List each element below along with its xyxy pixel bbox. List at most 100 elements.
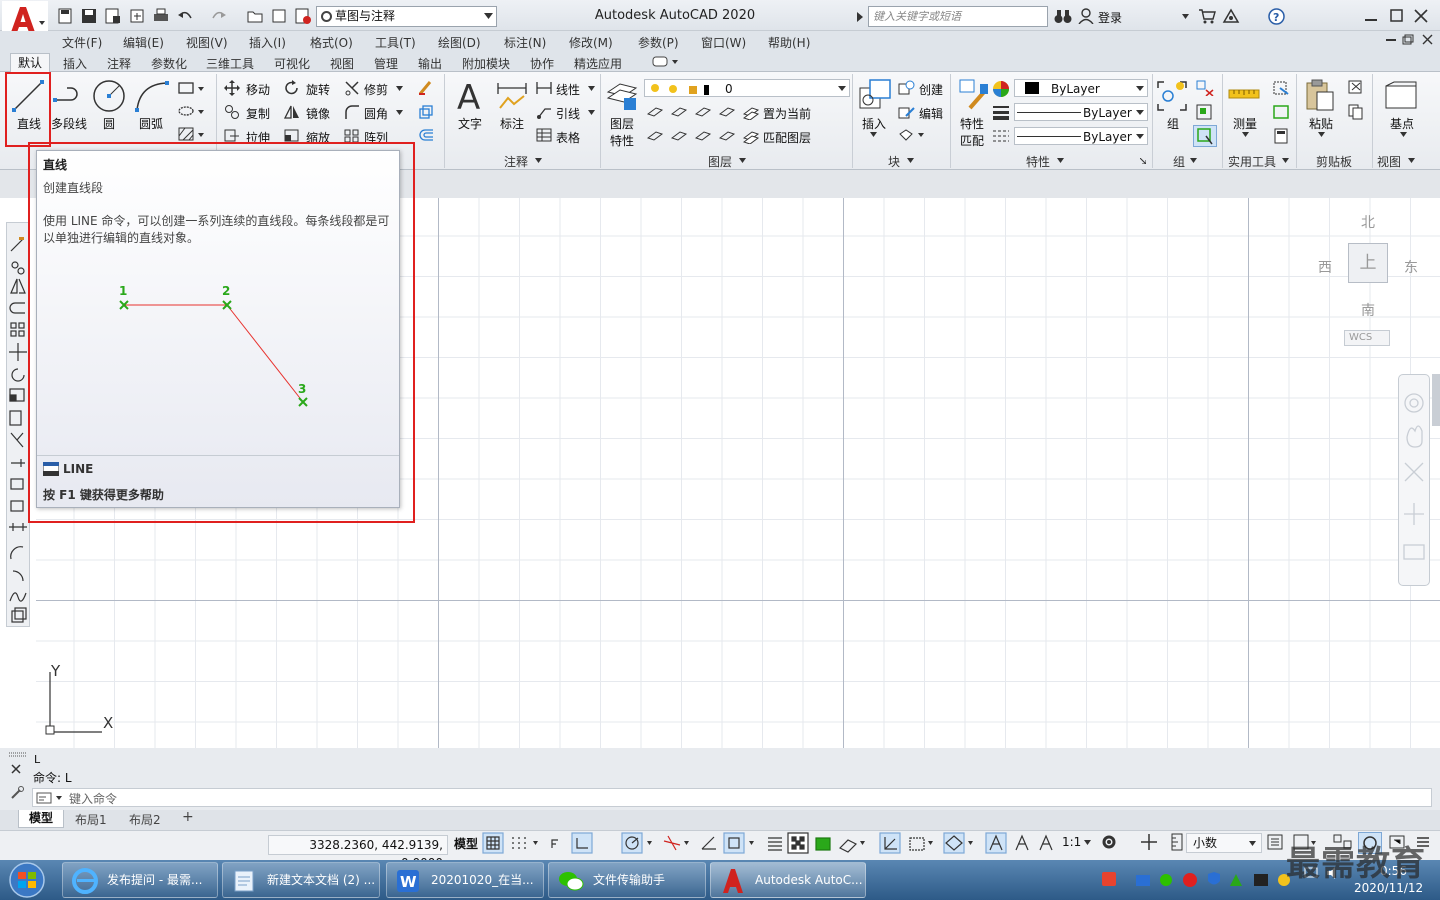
- menu-dimension[interactable]: 标注(N): [504, 34, 546, 51]
- rotate-icon[interactable]: [284, 80, 300, 96]
- block-panel-title[interactable]: 块: [888, 153, 900, 170]
- copy-label[interactable]: 复制: [246, 105, 270, 122]
- tab-view[interactable]: 视图: [330, 55, 354, 72]
- units-select[interactable]: 小数: [1186, 833, 1262, 853]
- mirror-label[interactable]: 镜像: [306, 105, 330, 122]
- calculator-icon[interactable]: [1272, 128, 1290, 144]
- base-view-label[interactable]: 基点: [1390, 115, 1414, 132]
- fillet-label[interactable]: 圆角: [364, 105, 388, 122]
- tab-3d-tools[interactable]: 三维工具: [206, 55, 254, 72]
- viewcube-top-face[interactable]: 上: [1348, 243, 1388, 283]
- close-icon[interactable]: [1414, 9, 1428, 23]
- scale-label[interactable]: 缩放: [306, 129, 330, 143]
- group-label[interactable]: 组: [1167, 115, 1179, 132]
- match-properties-label-1[interactable]: 特性: [960, 115, 984, 132]
- tab-manage[interactable]: 管理: [374, 55, 398, 72]
- menu-tools[interactable]: 工具(T): [375, 34, 416, 51]
- text-tool-icon[interactable]: A: [456, 80, 484, 112]
- ungroup-icon[interactable]: [1196, 80, 1214, 96]
- circle-tool-label[interactable]: 圆: [103, 115, 115, 132]
- lineweight-select[interactable]: ByLayer: [1014, 127, 1148, 145]
- print-icon[interactable]: [152, 7, 170, 25]
- dimension-tool-label[interactable]: 标注: [500, 115, 524, 132]
- block-attributes-icon[interactable]: [898, 128, 926, 142]
- maximize-icon[interactable]: [1390, 9, 1403, 22]
- erase-icon[interactable]: [418, 80, 434, 96]
- edit-block-icon[interactable]: [898, 104, 916, 120]
- lineweight-icon[interactable]: [992, 104, 1010, 120]
- menu-edit[interactable]: 编辑(E): [123, 34, 164, 51]
- leader-label[interactable]: 引线: [556, 105, 580, 122]
- command-input[interactable]: 键入命令: [32, 788, 1432, 807]
- menu-help[interactable]: 帮助(H): [768, 34, 810, 51]
- group-panel-title[interactable]: 组: [1173, 153, 1185, 170]
- color-select[interactable]: ByLayer: [1014, 79, 1148, 97]
- taskbar-browser[interactable]: 发布提问 - 最需...: [62, 862, 218, 898]
- text-tool-label[interactable]: 文字: [458, 115, 482, 132]
- tab-featured-apps[interactable]: 精选应用: [574, 55, 622, 72]
- group-panel-dropdown-icon[interactable]: [1190, 158, 1197, 163]
- doc-minimize-icon[interactable]: [1386, 39, 1396, 43]
- open-web-icon[interactable]: [128, 7, 146, 25]
- hatch-tool-icon[interactable]: [178, 127, 206, 141]
- taskbar-word[interactable]: W 20201020_在当...: [386, 862, 544, 898]
- annotation-scale[interactable]: 1:1: [1062, 835, 1081, 849]
- viewcube-south[interactable]: 南: [1361, 300, 1375, 320]
- select-all-icon[interactable]: [1272, 104, 1290, 120]
- system-tray-icons[interactable]: [1102, 870, 1302, 890]
- canvas-scrollbar[interactable]: [1432, 374, 1440, 426]
- table-label[interactable]: 表格: [556, 129, 580, 146]
- login-dropdown-icon[interactable]: [1182, 14, 1189, 19]
- utilities-panel-title[interactable]: 实用工具: [1228, 153, 1276, 170]
- arc-tool-label[interactable]: 圆弧: [139, 115, 163, 132]
- properties-panel-title[interactable]: 特性: [1026, 153, 1050, 170]
- tab-visualize[interactable]: 可视化: [274, 55, 310, 72]
- clipboard-panel-title[interactable]: 剪贴板: [1316, 153, 1352, 170]
- help-icon[interactable]: ?: [1268, 8, 1285, 25]
- layer-properties-label-2[interactable]: 特性: [610, 132, 634, 149]
- undo-icon[interactable]: [176, 7, 194, 25]
- minimize-icon[interactable]: [1364, 10, 1378, 22]
- circle-tool-icon[interactable]: [92, 79, 126, 113]
- trim-icon[interactable]: [344, 80, 360, 96]
- match-properties-icon[interactable]: [958, 78, 990, 110]
- paste-dropdown-icon[interactable]: [1318, 132, 1325, 137]
- array-icon[interactable]: [344, 128, 360, 142]
- menu-parametric[interactable]: 参数(P): [638, 34, 679, 51]
- paste-label[interactable]: 粘贴: [1309, 115, 1333, 132]
- annotation-panel-title[interactable]: 注释: [504, 153, 528, 170]
- insert-dropdown-icon[interactable]: [870, 132, 877, 137]
- rectangle-tool-icon[interactable]: [178, 81, 206, 95]
- group-icon[interactable]: [1156, 80, 1188, 112]
- viewcube-east[interactable]: 东: [1404, 257, 1418, 277]
- status-tools-icons[interactable]: [482, 832, 1082, 854]
- chevron-right-icon[interactable]: [857, 12, 863, 22]
- save-icon[interactable]: [80, 7, 98, 25]
- menu-file[interactable]: 文件(F): [62, 34, 102, 51]
- ribbon-options-icon[interactable]: [652, 56, 680, 68]
- command-customize-icon[interactable]: [10, 786, 24, 800]
- menu-format[interactable]: 格式(O): [310, 34, 353, 51]
- trim-label[interactable]: 修剪: [364, 81, 388, 98]
- trim-dropdown-icon[interactable]: [396, 86, 403, 91]
- tab-collaborate[interactable]: 协作: [530, 55, 554, 72]
- doc-close-icon[interactable]: [1422, 34, 1433, 45]
- properties-panel-dropdown-icon[interactable]: [1057, 158, 1064, 163]
- scale-dropdown-icon[interactable]: [1084, 840, 1091, 845]
- set-current-icon[interactable]: [742, 104, 760, 120]
- open-folder-icon[interactable]: [246, 7, 264, 25]
- cart-icon[interactable]: [1198, 8, 1216, 24]
- match-properties-label-2[interactable]: 匹配: [960, 132, 984, 149]
- edit-block-label[interactable]: 编辑: [919, 105, 943, 122]
- menu-view[interactable]: 视图(V): [186, 34, 228, 51]
- taskbar-autocad[interactable]: Autodesk AutoC...: [710, 862, 866, 898]
- array-label[interactable]: 阵列: [364, 129, 388, 143]
- workspace-gear-icon[interactable]: [1100, 833, 1118, 851]
- annotation-panel-dropdown-icon[interactable]: [535, 158, 542, 163]
- binoculars-icon[interactable]: [1054, 9, 1072, 24]
- quick-select-icon[interactable]: [1272, 80, 1290, 96]
- base-view-dropdown-icon[interactable]: [1400, 132, 1407, 137]
- workspace-select[interactable]: 草图与注释: [316, 6, 497, 27]
- match-layer-label[interactable]: 匹配图层: [763, 129, 811, 146]
- polyline-tool-label[interactable]: 多段线: [51, 115, 87, 132]
